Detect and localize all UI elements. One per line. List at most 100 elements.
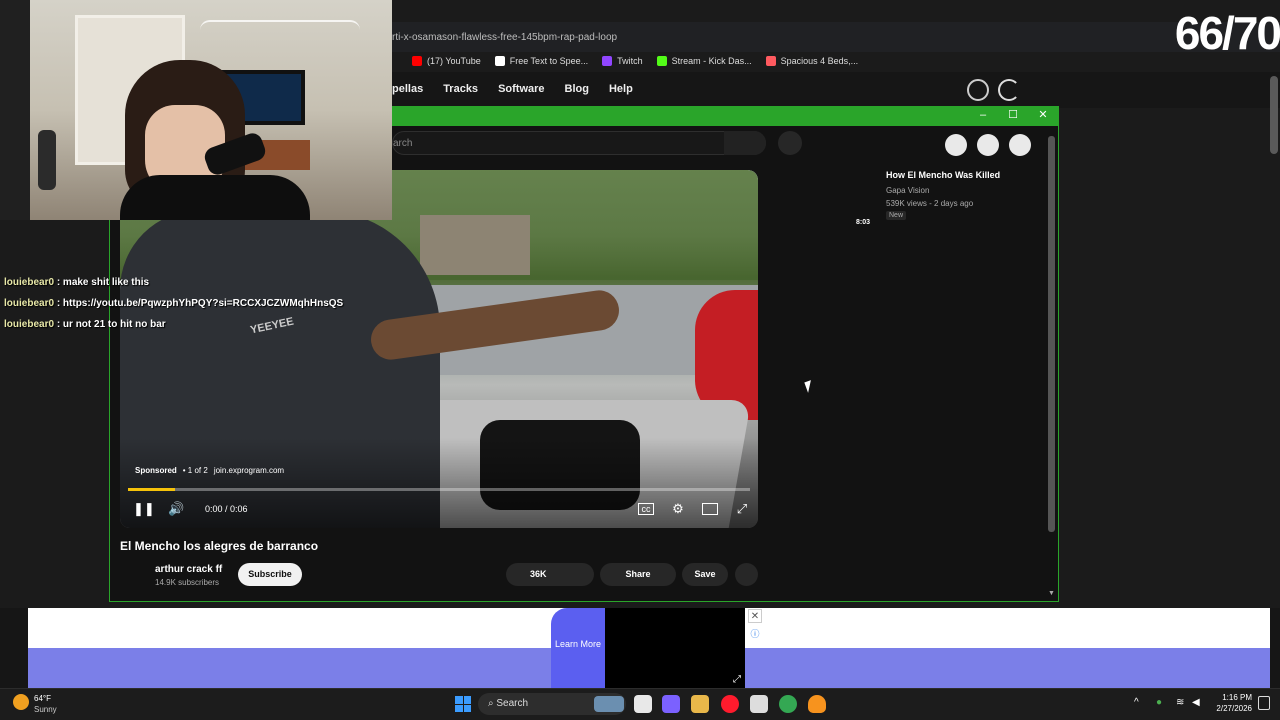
time-readout: 0:00 / 0:06 bbox=[205, 504, 248, 514]
scroll-down-icon[interactable]: ▼ bbox=[1048, 590, 1055, 597]
clock-date[interactable]: 2/27/2026 bbox=[1204, 704, 1252, 713]
chat-username: louiebear0 bbox=[4, 277, 55, 288]
address-bar-url[interactable]: rti-x-osamason-flawless-free-145bpm-rap-… bbox=[392, 32, 617, 43]
ad-expand-icon[interactable]: ⤢ bbox=[733, 674, 741, 685]
bookmark-tts[interactable]: Free Text to Spee... bbox=[494, 56, 589, 66]
close-button[interactable]: ✕ bbox=[1028, 106, 1058, 124]
minimize-button[interactable]: – bbox=[968, 106, 998, 124]
progress-fill bbox=[128, 488, 175, 491]
bookmark-airbnb[interactable]: Spacious 4 Beds,... bbox=[765, 56, 859, 66]
chat-message: louiebear0 : https://youtu.be/PqwzphYhPQ… bbox=[4, 298, 343, 309]
suggestion-title[interactable]: How El Mencho Was Killed bbox=[886, 170, 1000, 180]
bookmarks-bar: (17) YouTube Free Text to Spee... Twitch… bbox=[392, 52, 1280, 70]
sponsored-label: Sponsored bbox=[135, 466, 177, 475]
start-button[interactable] bbox=[455, 696, 471, 712]
bookmark-label: Spacious 4 Beds,... bbox=[780, 56, 859, 66]
suggestion-channel[interactable]: Gapa Vision bbox=[886, 186, 929, 195]
ad-info-row: Sponsored • 1 of 2 join.exprogram.com bbox=[135, 466, 284, 475]
chat-username: louiebear0 bbox=[4, 298, 55, 309]
nav-tracks[interactable]: Tracks bbox=[443, 83, 478, 95]
progress-track[interactable] bbox=[128, 488, 750, 491]
bookmark-label: Free Text to Spee... bbox=[509, 56, 589, 66]
task-view-icon[interactable] bbox=[634, 695, 652, 713]
weather-temp[interactable]: 64°F bbox=[34, 694, 51, 703]
volume-icon[interactable]: 🔊 bbox=[168, 501, 184, 517]
video-scene-house bbox=[420, 215, 530, 275]
acoustic-foam bbox=[0, 0, 30, 220]
search-highlight-art bbox=[594, 696, 624, 712]
volume-tray-icon[interactable]: ◀ bbox=[1192, 697, 1200, 708]
account-icon[interactable] bbox=[967, 79, 989, 101]
more-options-button[interactable] bbox=[735, 563, 758, 586]
ad-close-icon[interactable]: ✕ bbox=[748, 609, 762, 623]
search-input[interactable]: arch bbox=[392, 131, 766, 155]
site-nav-links: pellas Tracks Software Blog Help bbox=[392, 83, 633, 95]
maximize-button[interactable]: ☐ bbox=[998, 106, 1028, 124]
mic-tray-icon[interactable]: ● bbox=[1156, 697, 1162, 708]
page-scrollbar[interactable] bbox=[1270, 76, 1278, 154]
subscribe-button[interactable]: Subscribe bbox=[238, 563, 302, 586]
captions-icon[interactable]: cc bbox=[638, 503, 654, 515]
bookmark-label: Stream - Kick Das... bbox=[671, 56, 752, 66]
theater-mode-icon[interactable] bbox=[702, 503, 718, 515]
fullscreen-icon[interactable]: ⤢ bbox=[734, 501, 750, 517]
copilot-icon[interactable] bbox=[662, 695, 680, 713]
create-icon[interactable] bbox=[945, 134, 967, 156]
bookmark-twitch[interactable]: Twitch bbox=[602, 56, 643, 66]
dark-mode-icon[interactable] bbox=[998, 79, 1020, 101]
pause-icon[interactable]: ❚❚ bbox=[133, 501, 155, 517]
ad-right-gutter bbox=[1270, 608, 1280, 688]
search-button[interactable] bbox=[724, 131, 766, 155]
ad-domain[interactable]: join.exprogram.com bbox=[214, 466, 284, 475]
stream-counter: 66/70 bbox=[1174, 7, 1280, 59]
tray-chevron-icon[interactable]: ^ bbox=[1134, 697, 1139, 708]
chat-text: : https://youtu.be/PqwzphYhPQY?si=RCCXJC… bbox=[56, 298, 344, 309]
weather-sun-icon[interactable] bbox=[13, 694, 29, 710]
bookmark-kick[interactable]: Stream - Kick Das... bbox=[656, 56, 752, 66]
nav-software[interactable]: Software bbox=[498, 83, 544, 95]
video-title: El Mencho los alegres de barranco bbox=[120, 539, 319, 553]
weather-condition[interactable]: Sunny bbox=[34, 705, 57, 714]
store-icon[interactable] bbox=[750, 695, 768, 713]
ad-info-icon[interactable]: ⓘ bbox=[748, 627, 762, 641]
nav-help[interactable]: Help bbox=[609, 83, 633, 95]
bookmark-youtube[interactable]: (17) YouTube bbox=[412, 56, 481, 66]
subscriber-count: 14.9K subscribers bbox=[155, 578, 220, 587]
nav-blog[interactable]: Blog bbox=[565, 83, 589, 95]
chat-message: louiebear0 : make shit like this bbox=[4, 277, 149, 288]
bookmark-label: (17) YouTube bbox=[427, 56, 481, 66]
chat-username: louiebear0 bbox=[4, 319, 55, 330]
chrome-icon[interactable] bbox=[779, 695, 797, 713]
clock-time[interactable]: 1:16 PM bbox=[1210, 693, 1252, 702]
share-button[interactable]: Share bbox=[600, 563, 676, 586]
save-button[interactable]: Save bbox=[682, 563, 728, 586]
avatar-icon[interactable] bbox=[1009, 134, 1031, 156]
fl-studio-icon[interactable] bbox=[808, 695, 826, 713]
popup-scrollbar[interactable] bbox=[1048, 136, 1055, 532]
nav-acapellas[interactable]: pellas bbox=[392, 83, 423, 95]
taskbar-search-label: Search bbox=[496, 698, 529, 709]
chat-text: : make shit like this bbox=[56, 277, 150, 288]
bookmark-label: Twitch bbox=[617, 56, 643, 66]
streamer-shirt bbox=[120, 175, 310, 220]
file-explorer-icon[interactable] bbox=[691, 695, 709, 713]
ad-left-gutter bbox=[0, 608, 28, 688]
kick-icon bbox=[656, 56, 667, 66]
opera-icon[interactable] bbox=[721, 695, 739, 713]
youtube-icon bbox=[412, 56, 422, 66]
ad-learn-more-button[interactable]: Learn More bbox=[551, 608, 605, 688]
ad-count: • 1 of 2 bbox=[182, 466, 208, 475]
chat-text: : ur not 21 to hit no bar bbox=[56, 319, 166, 330]
mic-icon[interactable] bbox=[778, 131, 802, 155]
channel-name[interactable]: arthur crack ff bbox=[155, 564, 222, 575]
notification-icon[interactable] bbox=[1258, 696, 1270, 710]
settings-icon[interactable]: ⚙ bbox=[670, 501, 686, 517]
like-button[interactable]: 36K bbox=[506, 563, 594, 586]
notifications-icon[interactable] bbox=[977, 134, 999, 156]
suggestion-new-badge: New bbox=[886, 211, 907, 220]
wifi-icon[interactable]: ≋ bbox=[1176, 697, 1184, 708]
ad-video[interactable] bbox=[605, 608, 745, 688]
chat-message: louiebear0 : ur not 21 to hit no bar bbox=[4, 319, 166, 330]
airbnb-icon bbox=[765, 56, 776, 66]
twitch-icon bbox=[602, 56, 613, 66]
